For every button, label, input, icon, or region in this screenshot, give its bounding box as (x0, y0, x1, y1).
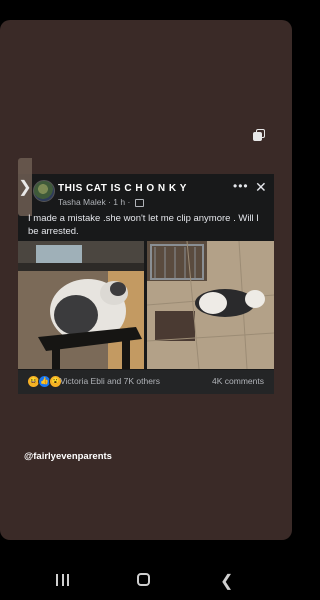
multiple-photos-icon[interactable] (253, 129, 265, 141)
more-icon[interactable]: ••• (233, 179, 249, 193)
post-time: 1 h (113, 197, 126, 207)
back-icon[interactable]: ❮ (220, 571, 233, 591)
reaction-icons[interactable]: 😆 👍 😮 (27, 375, 62, 388)
home-icon[interactable] (137, 573, 150, 586)
author-name[interactable]: Tasha Malek (58, 197, 106, 207)
post-text: I made a mistake .she won't let me clip … (28, 213, 259, 237)
watermark: @fairlyevenparents (24, 451, 112, 462)
post-meta: Tasha Malek · 1 h · (58, 197, 144, 207)
comments-count[interactable]: 4K comments (212, 376, 264, 386)
post-photo-cat-on-floor[interactable] (147, 241, 274, 369)
recent-apps-icon[interactable] (56, 574, 69, 586)
close-icon[interactable]: ✕ (255, 179, 267, 196)
globe-icon (134, 198, 144, 207)
post-photo-cat-on-stool[interactable] (18, 241, 144, 369)
group-name[interactable]: THIS CAT IS C H O N K Y (58, 183, 187, 194)
group-avatar[interactable] (33, 180, 55, 202)
reactors-text[interactable]: Victoria Ebli and 7K others (60, 376, 160, 386)
previous-arrow-icon[interactable]: ❯ (18, 158, 32, 216)
